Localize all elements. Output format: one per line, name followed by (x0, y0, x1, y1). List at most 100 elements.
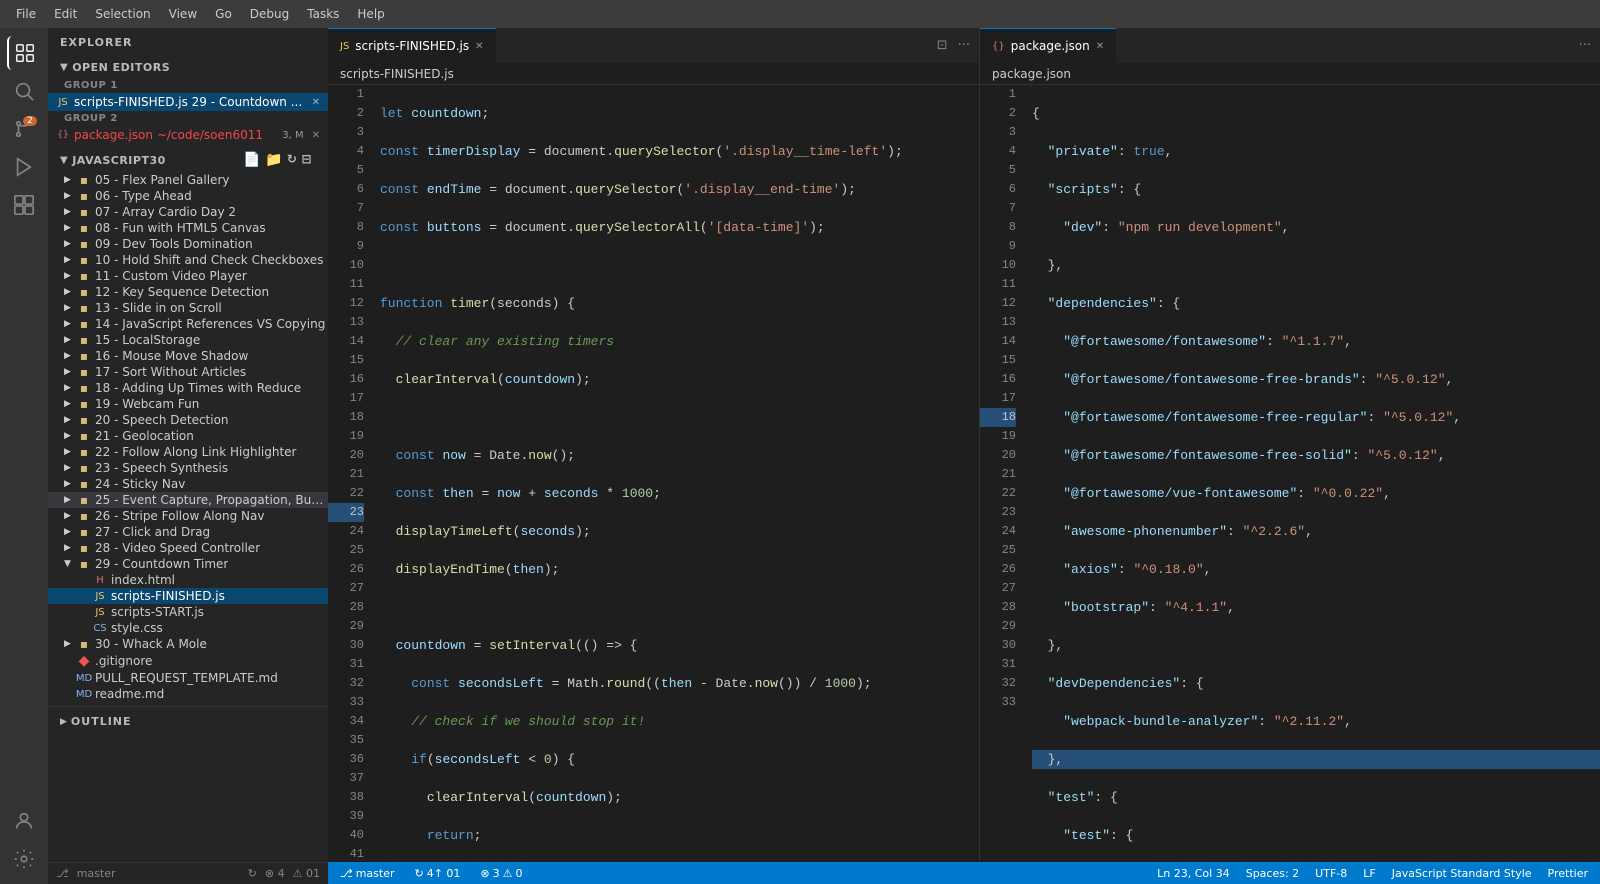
outline-section[interactable]: ▶ OUTLINE (48, 706, 328, 736)
open-editor-package-json[interactable]: {} package.json ~/code/soen6011 3, M ✕ (48, 126, 328, 144)
tree-gitignore[interactable]: ◆ .gitignore (48, 652, 328, 670)
tree-07[interactable]: ▶ ▪ 07 - Array Cardio Day 2 (48, 204, 328, 220)
warning-count[interactable]: ⚠ 01 (293, 867, 320, 880)
status-encoding[interactable]: UTF-8 (1311, 867, 1351, 880)
tree-09[interactable]: ▶ ▪ 09 - Dev Tools Domination (48, 236, 328, 252)
right-code-editor[interactable]: 12345 678910 1112131415 1617181920 21222… (980, 85, 1600, 862)
menu-view[interactable]: View (161, 5, 205, 23)
activity-run-icon[interactable] (7, 150, 41, 184)
right-code-content[interactable]: { "private": true, "scripts": { "dev": "… (1024, 85, 1600, 862)
tree-24[interactable]: ▶ ▪ 24 - Sticky Nav (48, 476, 328, 492)
activity-accounts-icon[interactable] (7, 804, 41, 838)
main-area: 2 EXPLOR (0, 28, 1600, 884)
tree-05[interactable]: ▶ ▪ 05 - Flex Panel Gallery (48, 172, 328, 188)
tree-29[interactable]: ▼ ▪ 29 - Countdown Timer (48, 556, 328, 572)
sync-icon[interactable]: ↻ (248, 867, 257, 880)
tree-23[interactable]: ▶ ▪ 23 - Speech Synthesis (48, 460, 328, 476)
sidebar-header: EXPLORER (48, 28, 328, 57)
tree-21-label: 21 - Geolocation (95, 429, 194, 443)
tree-29-label: 29 - Countdown Timer (95, 557, 228, 571)
tree-29-style-label: style.css (111, 621, 163, 635)
error-count[interactable]: ⊗ 4 (265, 867, 285, 880)
tree-26[interactable]: ▶ ▪ 26 - Stripe Follow Along Nav (48, 508, 328, 524)
menu-edit[interactable]: Edit (46, 5, 85, 23)
menu-help[interactable]: Help (349, 5, 392, 23)
tree-08-arrow: ▶ (64, 223, 76, 233)
status-spaces[interactable]: Spaces: 2 (1242, 867, 1303, 880)
split-editor-icon[interactable]: ⊡ (934, 36, 951, 55)
menu-file[interactable]: File (8, 5, 44, 23)
tree-14-label: 14 - JavaScript References VS Copying (95, 317, 325, 331)
encoding-text: UTF-8 (1315, 867, 1347, 880)
status-branch[interactable]: ⎇ master (336, 867, 398, 880)
folder-icon: ▪ (76, 397, 92, 411)
menu-selection[interactable]: Selection (87, 5, 158, 23)
left-code-content[interactable]: let countdown; const timerDisplay = docu… (372, 85, 979, 862)
right-tab-close[interactable]: ✕ (1096, 41, 1104, 52)
left-tab-scripts[interactable]: JS scripts-FINISHED.js ✕ (328, 28, 497, 63)
more-actions-icon[interactable]: ··· (955, 36, 973, 55)
language-text: JavaScript Standard Style (1392, 867, 1532, 880)
tree-28[interactable]: ▶ ▪ 28 - Video Speed Controller (48, 540, 328, 556)
status-errors[interactable]: ⊗ 3 ⚠ 0 (476, 867, 526, 880)
tree-12[interactable]: ▶ ▪ 12 - Key Sequence Detection (48, 284, 328, 300)
tree-15[interactable]: ▶ ▪ 15 - LocalStorage (48, 332, 328, 348)
tree-21[interactable]: ▶ ▪ 21 - Geolocation (48, 428, 328, 444)
left-code-editor[interactable]: 12345 678910 1112131415 1617181920 21222… (328, 85, 979, 862)
javascript30-header[interactable]: ▼ JAVASCRIPT30 📄 📁 ↻ ⊟ (48, 148, 328, 172)
tree-29-style[interactable]: CS style.css (48, 620, 328, 636)
menu-debug[interactable]: Debug (242, 5, 297, 23)
tree-27[interactable]: ▶ ▪ 27 - Click and Drag (48, 524, 328, 540)
git-branch-icon[interactable]: ⎇ (56, 867, 69, 880)
tree-readme[interactable]: MD readme.md (48, 686, 328, 702)
left-tab-close[interactable]: ✕ (475, 41, 483, 52)
tree-18[interactable]: ▶ ▪ 18 - Adding Up Times with Reduce (48, 380, 328, 396)
status-language[interactable]: JavaScript Standard Style (1388, 867, 1536, 880)
close-package-btn[interactable]: ✕ (312, 130, 320, 141)
tree-13[interactable]: ▶ ▪ 13 - Slide in on Scroll (48, 300, 328, 316)
menu-tasks[interactable]: Tasks (299, 5, 347, 23)
tree-14[interactable]: ▶ ▪ 14 - JavaScript References VS Copyin… (48, 316, 328, 332)
collapse-icon[interactable]: ⊟ (301, 152, 312, 168)
tree-29-index[interactable]: H index.html (48, 572, 328, 588)
open-editors-header[interactable]: ▼ OPEN EDITORS (48, 57, 328, 78)
status-sync[interactable]: ↻ 4↑ 01 (410, 867, 464, 880)
git-branch-name[interactable]: master (77, 867, 116, 880)
tree-22[interactable]: ▶ ▪ 22 - Follow Along Link Highlighter (48, 444, 328, 460)
tree-16[interactable]: ▶ ▪ 16 - Mouse Move Shadow (48, 348, 328, 364)
new-folder-icon[interactable]: 📁 (265, 152, 283, 168)
tree-17[interactable]: ▶ ▪ 17 - Sort Without Articles (48, 364, 328, 380)
tree-06[interactable]: ▶ ▪ 06 - Type Ahead (48, 188, 328, 204)
activity-source-control-icon[interactable]: 2 (7, 112, 41, 146)
status-line-ending[interactable]: LF (1359, 867, 1379, 880)
open-editor-scripts-finished[interactable]: JS scripts-FINISHED.js 29 - Countdown ..… (48, 93, 328, 111)
tree-20[interactable]: ▶ ▪ 20 - Speech Detection (48, 412, 328, 428)
group2-label: GROUP 2 (48, 111, 328, 126)
activity-extensions-icon[interactable] (7, 188, 41, 222)
status-bar: ⎇ master ↻ 4↑ 01 ⊗ 3 ⚠ 0 Ln 23, Col 34 S… (328, 862, 1600, 884)
tree-30[interactable]: ▶ ▪ 30 - Whack A Mole (48, 636, 328, 652)
new-file-icon[interactable]: 📄 (243, 152, 261, 168)
menu-go[interactable]: Go (207, 5, 240, 23)
tree-19[interactable]: ▶ ▪ 19 - Webcam Fun (48, 396, 328, 412)
left-tab-name: scripts-FINISHED.js (355, 39, 469, 53)
close-scripts-btn[interactable]: ✕ (312, 97, 320, 108)
right-tab-package[interactable]: {} package.json ✕ (980, 28, 1117, 63)
refresh-icon[interactable]: ↻ (287, 152, 298, 168)
tree-17-label: 17 - Sort Without Articles (95, 365, 246, 379)
tree-29-scripts-start[interactable]: JS scripts-START.js (48, 604, 328, 620)
tree-11[interactable]: ▶ ▪ 11 - Custom Video Player (48, 268, 328, 284)
tree-10[interactable]: ▶ ▪ 10 - Hold Shift and Check Checkboxes (48, 252, 328, 268)
tree-29-scripts-finished[interactable]: JS scripts-FINISHED.js (48, 588, 328, 604)
tree-08[interactable]: ▶ ▪ 08 - Fun with HTML5 Canvas (48, 220, 328, 236)
activity-search-icon[interactable] (7, 74, 41, 108)
status-formatter[interactable]: Prettier (1544, 867, 1592, 880)
status-line-col[interactable]: Ln 23, Col 34 (1153, 867, 1234, 880)
tree-25[interactable]: ▶ ▪ 25 - Event Capture, Propagation, Bub… (48, 492, 328, 508)
activity-files-icon[interactable] (7, 36, 41, 70)
sidebar-content[interactable]: ▼ OPEN EDITORS GROUP 1 JS scripts-FINISH… (48, 57, 328, 862)
tree-pullrequest[interactable]: MD PULL_REQUEST_TEMPLATE.md (48, 670, 328, 686)
right-more-actions[interactable]: ··· (1576, 36, 1594, 55)
open-editors-arrow: ▼ (60, 62, 68, 73)
activity-settings-icon[interactable] (7, 842, 41, 876)
